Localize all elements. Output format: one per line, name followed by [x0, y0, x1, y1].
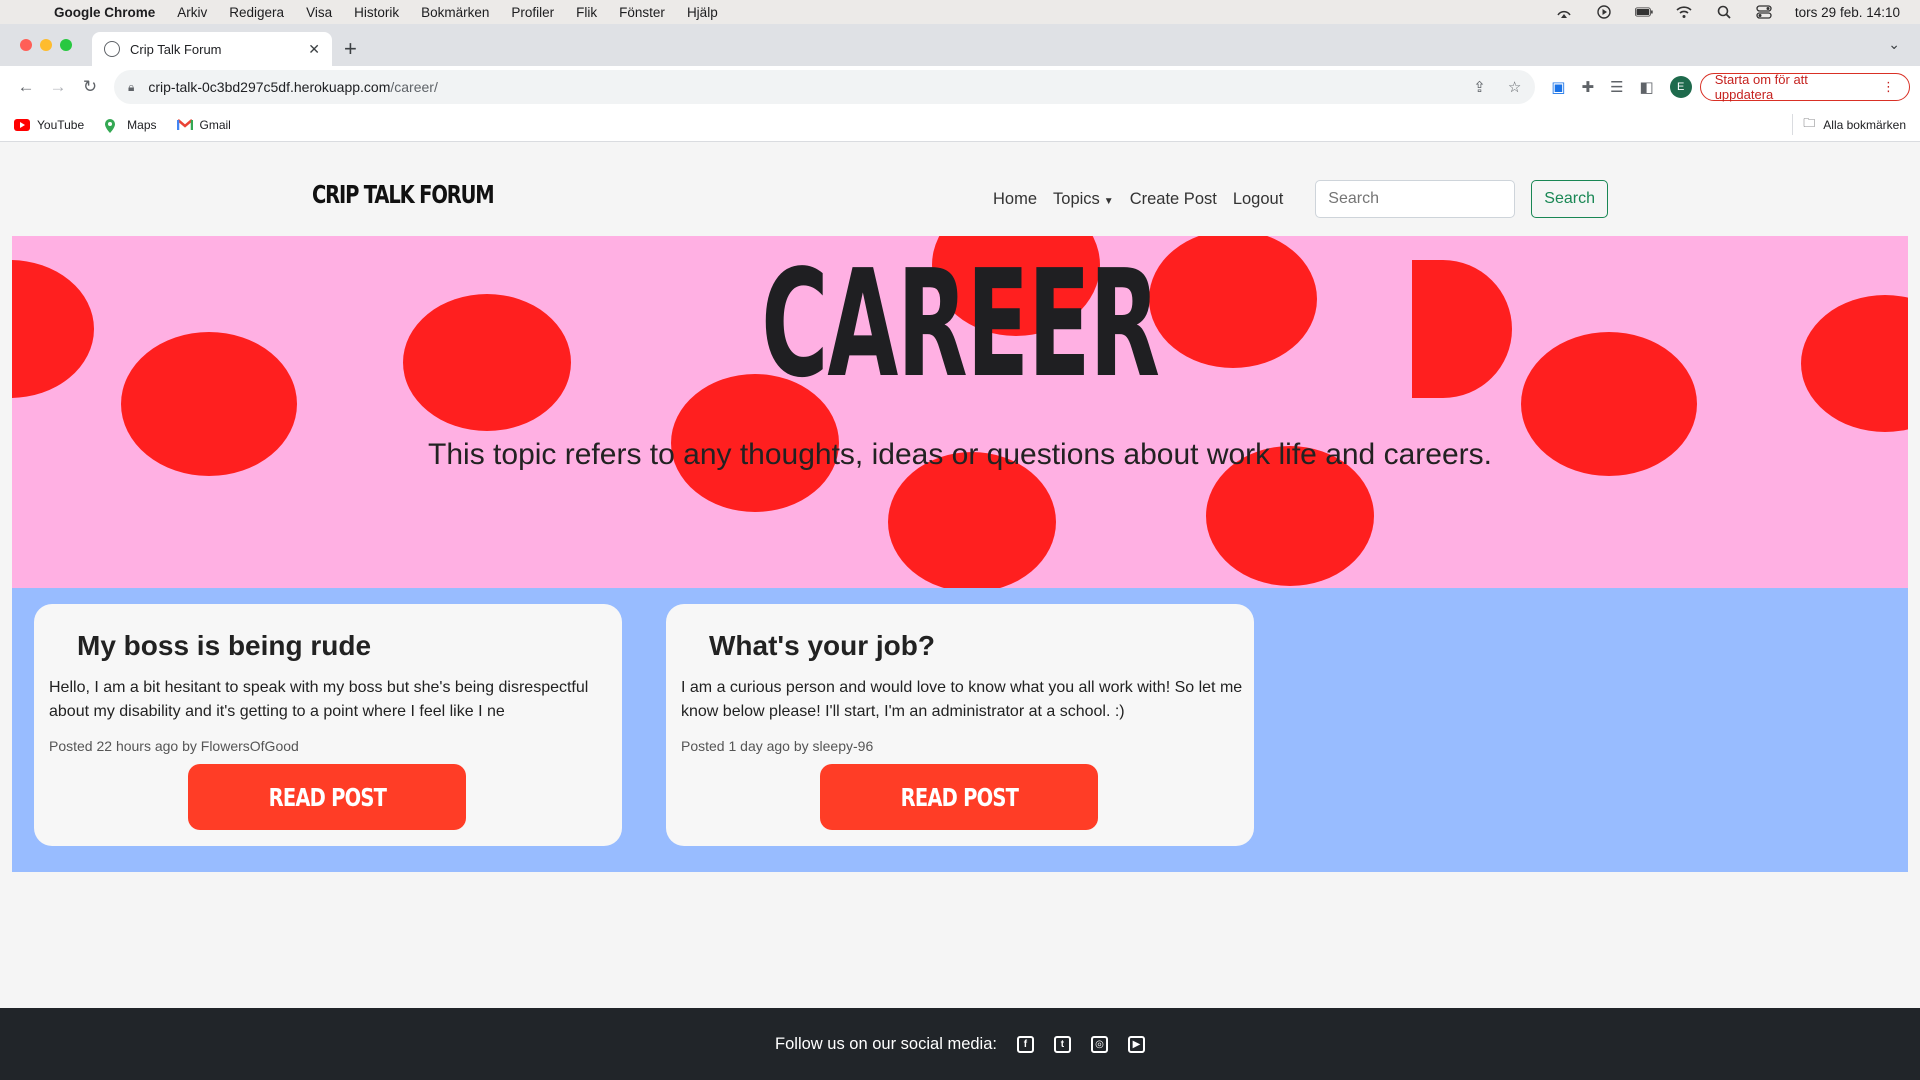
tab-search-chevron-icon[interactable]: ⌄ — [1888, 36, 1900, 53]
post-meta: Posted 22 hours ago by FlowersOfGood — [49, 738, 299, 754]
gmail-icon — [176, 118, 193, 131]
topic-description: This topic refers to any thoughts, ideas… — [428, 438, 1492, 471]
menu-arkiv[interactable]: Arkiv — [166, 5, 218, 20]
nav-create-post[interactable]: Create Post — [1130, 190, 1217, 209]
nav-logout[interactable]: Logout — [1233, 190, 1283, 209]
read-post-label: READ POST — [268, 782, 386, 812]
window-controls — [20, 39, 72, 51]
browser-chrome: Crip Talk Forum ✕ + ⌄ ← → ↻ 🔒︎ crip-talk… — [0, 24, 1920, 142]
share-icon[interactable]: ⇪ — [1473, 78, 1486, 96]
extensions-puzzle-icon[interactable]: ✚ — [1581, 78, 1594, 96]
battery-icon[interactable] — [1634, 5, 1653, 19]
youtube-icon — [14, 118, 30, 131]
close-tab-icon[interactable]: ✕ — [308, 41, 320, 58]
search-button[interactable]: Search — [1531, 180, 1608, 218]
address-bar[interactable]: 🔒︎ crip-talk-0c3bd297c5df.herokuapp.com /… — [113, 70, 1536, 104]
url-host: crip-talk-0c3bd297c5df.herokuapp.com — [148, 79, 391, 95]
reading-list-icon[interactable]: ☰ — [1610, 78, 1623, 96]
update-label: Starta om för att uppdatera — [1714, 72, 1808, 102]
forward-arrow-icon[interactable]: → — [42, 77, 74, 97]
all-bookmarks-label: Alla bokmärken — [1823, 117, 1906, 132]
back-arrow-icon[interactable]: ← — [10, 77, 42, 97]
globe-icon — [104, 41, 120, 57]
site-footer: Follow us on our social media: f t ◎ ▶ — [0, 1008, 1920, 1080]
side-panel-icon[interactable]: ◧ — [1640, 78, 1654, 96]
menu-redigera[interactable]: Redigera — [218, 5, 295, 20]
tab-title: Crip Talk Forum — [130, 41, 222, 57]
bookmark-maps-label: Maps — [127, 117, 157, 132]
menu-bokmarken[interactable]: Bokmärken — [410, 5, 500, 20]
browser-tab[interactable]: Crip Talk Forum ✕ — [92, 32, 332, 66]
bookmark-gmail[interactable]: Gmail — [176, 117, 231, 132]
bookmark-maps[interactable]: Maps — [104, 117, 157, 133]
site-brand[interactable]: CRIP TALK FORUM — [312, 180, 495, 209]
browser-toolbar: ← → ↻ 🔒︎ crip-talk-0c3bd297c5df.herokuap… — [0, 66, 1920, 108]
profile-avatar[interactable]: E — [1669, 76, 1692, 98]
folder-icon: 🗀 — [1803, 116, 1816, 130]
post-excerpt: I am a curious person and would love to … — [681, 679, 1243, 720]
hero-dot — [1801, 295, 1908, 432]
nav-links: Home Topics ▼ Create Post Logout Search — [993, 180, 1608, 218]
menu-historik[interactable]: Historik — [343, 5, 410, 20]
tab-strip: Crip Talk Forum ✕ + ⌄ — [0, 24, 1920, 66]
airplay-icon[interactable] — [1555, 5, 1573, 19]
lock-icon[interactable]: 🔒︎ — [128, 80, 134, 95]
close-window-button[interactable] — [20, 39, 32, 51]
url-path: /career/ — [390, 79, 438, 95]
more-menu-icon: ⋮ — [1882, 79, 1895, 94]
post-card: What's your job? I am a curious person a… — [666, 604, 1254, 846]
reload-icon[interactable]: ↻ — [74, 77, 106, 97]
nav-topics-dropdown[interactable]: Topics ▼ — [1053, 190, 1114, 209]
bookmark-youtube-label: YouTube — [37, 117, 85, 132]
hero-dot — [12, 260, 94, 398]
post-title[interactable]: What's your job? — [709, 630, 935, 662]
post-excerpt: Hello, I am a bit hesitant to speak with… — [49, 679, 589, 720]
menu-flik[interactable]: Flik — [565, 5, 608, 20]
menu-visa[interactable]: Visa — [295, 5, 343, 20]
nav-home[interactable]: Home — [993, 190, 1037, 209]
spotlight-search-icon[interactable] — [1715, 5, 1733, 19]
play-icon[interactable] — [1595, 5, 1613, 19]
post-meta: Posted 1 day ago by sleepy-96 — [681, 738, 874, 754]
new-tab-icon[interactable]: + — [344, 36, 357, 62]
instagram-icon[interactable]: ◎ — [1090, 1035, 1108, 1053]
control-center-icon[interactable] — [1755, 5, 1773, 19]
twitter-icon[interactable]: t — [1053, 1035, 1071, 1053]
menu-profiler[interactable]: Profiler — [500, 5, 565, 20]
post-title[interactable]: My boss is being rude — [77, 630, 371, 662]
nav-topics-label: Topics — [1053, 189, 1100, 208]
caret-down-icon: ▼ — [1103, 195, 1114, 207]
minimize-window-button[interactable] — [40, 39, 52, 51]
site-navbar: CRIP TALK FORUM Home Topics ▼ Create Post… — [0, 142, 1920, 236]
post-card: My boss is being rude Hello, I am a bit … — [34, 604, 622, 846]
topic-title: CAREER — [761, 238, 1160, 410]
all-bookmarks[interactable]: 🗀 Alla bokmärken — [1792, 114, 1906, 135]
bookmark-gmail-label: Gmail — [199, 117, 231, 132]
menu-app-name[interactable]: Google Chrome — [54, 5, 166, 20]
menu-clock[interactable]: tors 29 feb. 14:10 — [1795, 5, 1900, 20]
read-post-button[interactable]: READ POST — [188, 764, 466, 830]
read-post-button[interactable]: READ POST — [820, 764, 1098, 830]
post-list: My boss is being rude Hello, I am a bit … — [12, 588, 1908, 872]
read-post-label: READ POST — [900, 782, 1018, 812]
maps-pin-icon — [104, 118, 120, 133]
macos-menu-bar: Google Chrome Arkiv Redigera Visa Histor… — [0, 0, 1920, 24]
hero-dot — [888, 452, 1056, 588]
youtube-icon[interactable]: ▶ — [1127, 1035, 1145, 1053]
search-input[interactable] — [1315, 180, 1516, 218]
bookmarks-bar: YouTube Maps Gmail 🗀 Alla bokmärken — [0, 108, 1920, 142]
zoom-window-button[interactable] — [60, 39, 72, 51]
menu-fonster[interactable]: Fönster — [608, 5, 676, 20]
extension-screen-icon[interactable]: ▣ — [1551, 78, 1565, 96]
update-button[interactable]: Starta om för att uppdatera ⋮ — [1699, 72, 1910, 102]
web-page: CRIP TALK FORUM Home Topics ▼ Create Post… — [0, 142, 1920, 1080]
menu-hjalp[interactable]: Hjälp — [676, 5, 729, 20]
facebook-icon[interactable]: f — [1016, 1035, 1034, 1053]
footer-social-text: Follow us on our social media: — [775, 1034, 997, 1053]
topic-hero: CAREER This topic refers to any thoughts… — [12, 236, 1908, 588]
wifi-icon[interactable] — [1675, 5, 1693, 19]
bookmark-star-icon[interactable]: ☆ — [1508, 78, 1521, 96]
bookmark-youtube[interactable]: YouTube — [14, 118, 84, 132]
